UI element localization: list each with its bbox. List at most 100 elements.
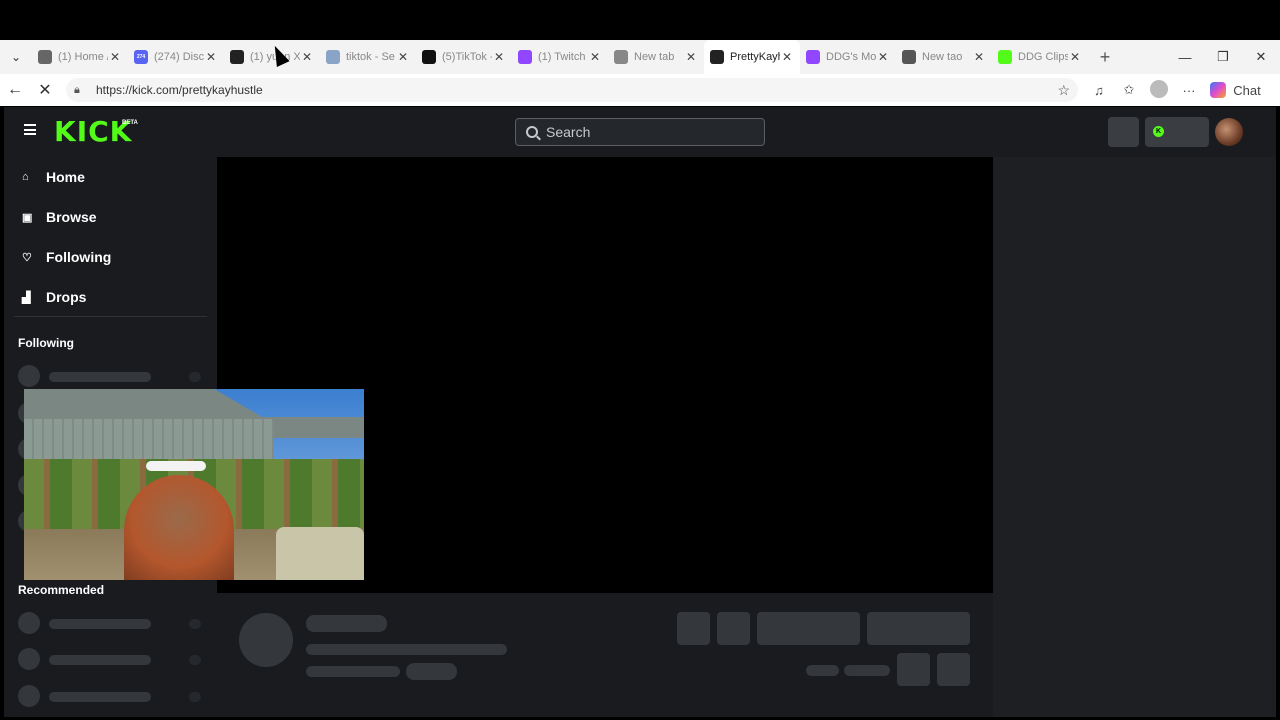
browser-tab[interactable]: (5)TikTok - ✕ bbox=[416, 42, 512, 72]
browser-tab[interactable]: tiktok - Se ✕ bbox=[320, 42, 416, 72]
loading-icon bbox=[710, 50, 724, 64]
x-logo-icon bbox=[230, 50, 244, 64]
window-controls: — ❐ ✕ bbox=[1166, 40, 1280, 74]
category-skeleton bbox=[306, 666, 400, 677]
newtab-icon bbox=[614, 50, 628, 64]
sidebar-item-label: Following bbox=[46, 249, 112, 265]
more-menu-icon[interactable]: ··· bbox=[1174, 83, 1204, 98]
tag-skeleton bbox=[406, 663, 457, 680]
channel-avatar-skeleton bbox=[239, 613, 293, 667]
tab-title: (5)TikTok - bbox=[442, 51, 492, 63]
sidebar-item-label: Home bbox=[46, 169, 85, 185]
media-icon[interactable]: ♫ bbox=[1084, 83, 1114, 98]
profile-icon[interactable] bbox=[1144, 79, 1174, 101]
picture-in-picture-video[interactable] bbox=[24, 389, 364, 580]
tab-close-icon[interactable]: ✕ bbox=[396, 50, 410, 64]
tabs-container: (1) Home /✕274(274) Disco✕(1) yuon X✕tik… bbox=[32, 40, 1088, 74]
user-avatar[interactable] bbox=[1215, 118, 1243, 146]
home-icon: ⌂ bbox=[22, 171, 29, 183]
tab-title: DDG Clips bbox=[1018, 51, 1068, 63]
chat-label: Chat bbox=[1233, 82, 1261, 98]
following-skeleton-row bbox=[18, 365, 208, 387]
search-icon bbox=[326, 50, 340, 64]
browser-tab[interactable]: (1) Home / ✕ bbox=[32, 42, 128, 72]
stream-title-skeleton bbox=[306, 644, 507, 655]
tab-close-icon[interactable]: ✕ bbox=[1068, 50, 1082, 64]
tab-close-icon[interactable]: ✕ bbox=[108, 50, 122, 64]
tab-title: New tao bbox=[922, 51, 963, 63]
tab-close-icon[interactable]: ✕ bbox=[204, 50, 218, 64]
stat-skeleton bbox=[844, 665, 890, 676]
kick-header: KICK BETA Search K bbox=[4, 107, 1276, 157]
sidebar-divider bbox=[14, 316, 207, 317]
kick-page: KICK BETA Search K ⌂ Home ▣ Browse ♡ Fol… bbox=[4, 107, 1276, 717]
kick-coin-icon: K bbox=[1153, 126, 1164, 137]
sidebar-item-home[interactable]: ⌂ Home bbox=[18, 157, 208, 197]
drops-icon: ▟ bbox=[22, 291, 31, 304]
browser-toolbar: ♫ ✩ ··· Chat bbox=[1084, 79, 1262, 101]
url-field[interactable]: 🔒︎ https://kick.com/prettykayhustle ☆ bbox=[66, 78, 1078, 102]
tab-title: PrettyKayh bbox=[730, 51, 780, 63]
recommended-skeleton-row bbox=[18, 648, 208, 670]
tab-title: (1) Home / bbox=[58, 51, 108, 63]
search-input[interactable]: Search bbox=[515, 118, 765, 146]
browser-tab[interactable]: (1) Twitch ✕ bbox=[512, 42, 608, 72]
twitch-icon bbox=[518, 50, 532, 64]
site-info-icon[interactable]: 🔒︎ bbox=[74, 84, 88, 97]
x-logo-icon bbox=[38, 50, 52, 64]
address-bar-row: ← ✕ 🔒︎ https://kick.com/prettykayhustle … bbox=[0, 74, 1280, 106]
streamer-figure bbox=[146, 461, 206, 471]
streamer-figure bbox=[124, 475, 234, 580]
stop-loading-button[interactable]: ✕ bbox=[30, 75, 60, 105]
browser-tab[interactable]: New tab ✕ bbox=[608, 42, 704, 72]
tab-title: (274) Disco bbox=[154, 51, 204, 63]
tab-list-dropdown-icon[interactable]: ⌄ bbox=[0, 40, 32, 74]
pip-scene bbox=[276, 527, 364, 580]
tab-title: (1) Twitch bbox=[538, 51, 586, 63]
back-button[interactable]: ← bbox=[0, 75, 30, 105]
action-skeleton bbox=[677, 612, 710, 645]
browser-tab[interactable]: DDG Clips ✕ bbox=[992, 42, 1088, 72]
copilot-icon bbox=[1210, 82, 1226, 98]
tab-close-icon[interactable]: ✕ bbox=[684, 50, 698, 64]
hamburger-menu-icon[interactable] bbox=[24, 124, 36, 135]
url-text: https://kick.com/prettykayhustle bbox=[96, 83, 263, 97]
tab-close-icon[interactable]: ✕ bbox=[972, 50, 986, 64]
kick-logo[interactable]: KICK bbox=[54, 118, 132, 146]
action-skeleton bbox=[717, 612, 750, 645]
twitch-icon bbox=[806, 50, 820, 64]
sidebar-item-following[interactable]: ♡ Following bbox=[18, 237, 208, 277]
discord-icon: 274 bbox=[134, 50, 148, 64]
favorite-star-icon[interactable]: ☆ bbox=[1057, 82, 1070, 99]
tab-close-icon[interactable]: ✕ bbox=[300, 50, 314, 64]
sidebar-item-browse[interactable]: ▣ Browse bbox=[18, 197, 208, 237]
action-skeleton bbox=[937, 653, 970, 686]
tab-title: DDG's Moc bbox=[826, 51, 876, 63]
heart-icon: ♡ bbox=[22, 251, 32, 264]
tab-close-icon[interactable]: ✕ bbox=[492, 50, 506, 64]
beta-badge: BETA bbox=[122, 120, 138, 126]
tiktok-icon bbox=[422, 50, 436, 64]
recommended-skeleton-row bbox=[18, 685, 208, 707]
minimize-icon[interactable]: — bbox=[1166, 40, 1204, 74]
browser-tab[interactable]: New tao ✕ bbox=[896, 42, 992, 72]
tab-close-icon[interactable]: ✕ bbox=[876, 50, 890, 64]
sidebar-item-drops[interactable]: ▟ Drops bbox=[18, 277, 208, 317]
browser-tab[interactable]: 274 (274) Disco✕ bbox=[128, 42, 224, 72]
close-window-icon[interactable]: ✕ bbox=[1242, 40, 1280, 74]
copilot-chat-button[interactable]: Chat bbox=[1210, 82, 1262, 98]
browser-tab-strip: ⌄ (1) Home /✕274(274) Disco✕(1) yuon X✕t… bbox=[0, 40, 1280, 74]
search-icon bbox=[526, 126, 538, 138]
kick-icon bbox=[998, 50, 1012, 64]
screen-top-black-bar bbox=[0, 0, 1280, 40]
restore-icon[interactable]: ❐ bbox=[1204, 40, 1242, 74]
new-tab-button[interactable]: + bbox=[1088, 47, 1122, 68]
browser-tab[interactable]: PrettyKayh ✕ bbox=[704, 40, 800, 74]
search-placeholder: Search bbox=[546, 124, 591, 140]
tab-close-icon[interactable]: ✕ bbox=[588, 50, 602, 64]
favorites-icon[interactable]: ✩ bbox=[1114, 82, 1144, 98]
tab-title: New tab bbox=[634, 51, 675, 63]
tab-close-icon[interactable]: ✕ bbox=[780, 50, 794, 64]
browser-tab[interactable]: DDG's Moc✕ bbox=[800, 42, 896, 72]
header-skeleton-button bbox=[1108, 117, 1139, 147]
